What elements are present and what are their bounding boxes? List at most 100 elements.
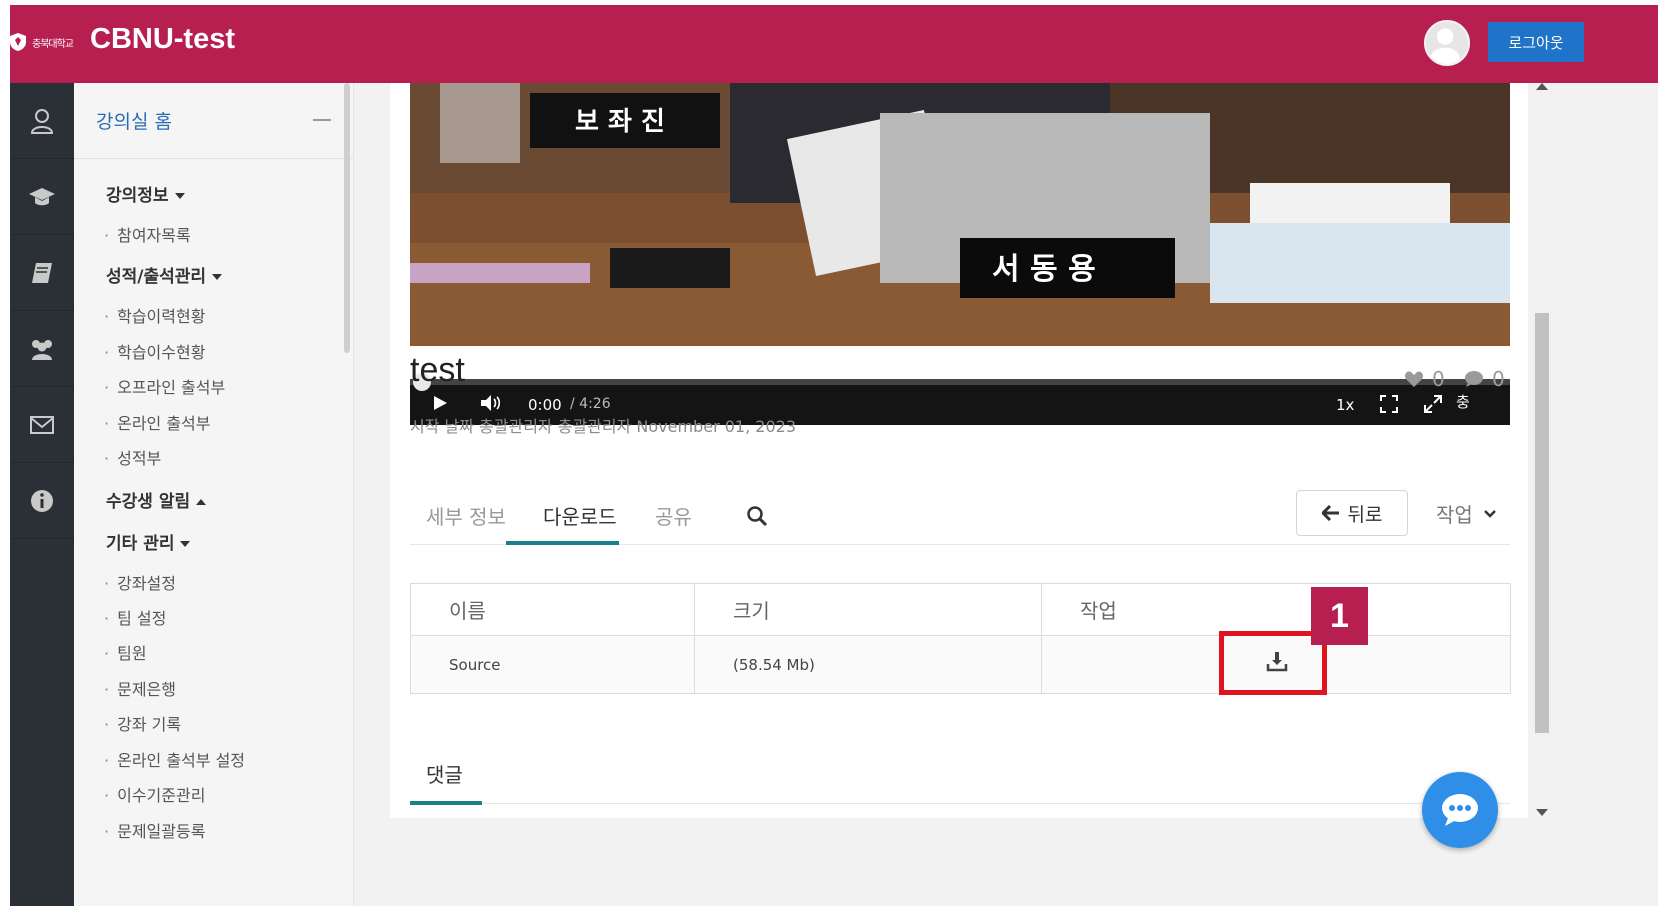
tab-share[interactable]: 공유 xyxy=(655,501,692,530)
media-title: test xyxy=(410,351,465,389)
nav-item-online-attendance[interactable]: 온라인 출석부 xyxy=(104,410,210,434)
comments-tab-indicator xyxy=(410,801,482,805)
university-logo[interactable]: 충북대학교 xyxy=(10,29,82,55)
comment-count-value: 0 xyxy=(1492,367,1505,391)
caret-down-icon xyxy=(180,541,191,547)
nav-item-offline-attendance[interactable]: 오프라인 출석부 xyxy=(104,374,225,398)
caret-up-icon xyxy=(196,499,207,505)
nameplate-top: 보 좌 진 xyxy=(575,107,665,137)
user-avatar-icon xyxy=(1430,28,1460,64)
logout-button[interactable]: 로그아웃 xyxy=(1488,22,1584,62)
nav-item-completion-status[interactable]: 학습이수현황 xyxy=(104,339,205,363)
active-tab-indicator xyxy=(506,541,619,545)
nav-item-participants[interactable]: 참여자목록 xyxy=(104,222,191,246)
video-still: 보 좌 진 서 동 용 xyxy=(410,83,1510,346)
fullscreen-icon[interactable] xyxy=(1424,395,1442,413)
comment-count[interactable]: 0 xyxy=(1464,367,1505,391)
nav-section-label: 성적/출석관리 xyxy=(106,267,207,287)
caret-down-icon xyxy=(212,274,223,280)
course-home[interactable]: 강의실 홈 xyxy=(74,83,353,159)
file-name-cell: Source xyxy=(410,635,695,694)
nav-item-team-settings[interactable]: 팀 설정 xyxy=(104,605,166,629)
nav-item-course-settings[interactable]: 강좌설정 xyxy=(104,570,176,594)
fit-screen-icon[interactable] xyxy=(1380,395,1398,413)
time-current: 0:00 xyxy=(528,396,562,414)
nav-item-question-bank[interactable]: 문제은행 xyxy=(104,676,176,700)
nav-item-learning-history[interactable]: 학습이력현황 xyxy=(104,303,205,327)
nav-section-label: 기타 관리 xyxy=(106,534,175,554)
actions-dropdown[interactable]: 작업 xyxy=(1436,499,1497,528)
like-count[interactable]: 0 xyxy=(1404,367,1445,391)
rail-messages[interactable] xyxy=(10,387,74,463)
logo-text: 충북대학교 xyxy=(32,38,74,50)
nav-section-other[interactable]: 기타 관리 xyxy=(106,529,191,554)
book-icon xyxy=(32,262,52,283)
media-card: 보 좌 진 서 동 용 0:00 / 4:26 1x 충 test 시작 날짜 … xyxy=(390,83,1528,818)
users-icon xyxy=(32,339,52,360)
heart-icon xyxy=(1404,371,1424,387)
broken-image-text: 충 xyxy=(1456,393,1470,411)
collapse-icon[interactable] xyxy=(313,119,331,121)
play-icon[interactable] xyxy=(432,395,448,411)
nav-scrollbar[interactable] xyxy=(344,83,350,353)
rail-people[interactable] xyxy=(10,311,74,387)
file-size-cell: (58.54 Mb) xyxy=(694,635,1042,694)
column-header-name: 이름 xyxy=(410,583,695,636)
tab-comments[interactable]: 댓글 xyxy=(426,759,463,788)
nav-section-label: 수강생 알림 xyxy=(106,492,191,512)
like-count-value: 0 xyxy=(1432,367,1445,391)
playback-speed[interactable]: 1x xyxy=(1336,396,1354,414)
icon-rail xyxy=(10,83,74,906)
comment-icon xyxy=(1465,371,1483,387)
envelope-icon xyxy=(30,415,54,434)
site-title[interactable]: CBNU-test xyxy=(90,23,235,56)
chevron-down-icon xyxy=(1483,509,1496,518)
back-button-label: 뒤로 xyxy=(1347,504,1383,526)
tab-details[interactable]: 세부 정보 xyxy=(426,501,506,530)
column-header-action: 작업 xyxy=(1041,583,1511,636)
scrollbar-thumb[interactable] xyxy=(1535,313,1549,733)
video-frame[interactable]: 보 좌 진 서 동 용 xyxy=(410,83,1510,346)
top-bar: 충북대학교 CBNU-test 로그아웃 xyxy=(10,5,1658,83)
shield-icon xyxy=(10,33,26,51)
arrow-left-icon xyxy=(1321,505,1339,521)
nav-section-grades[interactable]: 성적/출석관리 xyxy=(106,262,223,287)
rail-book[interactable] xyxy=(10,235,74,311)
progress-bar[interactable] xyxy=(410,379,1510,385)
screen: 충북대학교 CBNU-test 로그아웃 강의실 홈 강의정보 · 참여자목록 … xyxy=(10,5,1658,906)
media-meta: 시작 날짜 총괄관리자 총괄관리자 November 01, 2023 xyxy=(410,417,796,436)
user-icon xyxy=(30,108,54,134)
nav-item-gradebook[interactable]: 성적부 xyxy=(104,445,161,469)
nav-item-team-members[interactable]: 팀원 xyxy=(104,640,146,664)
scroll-up-icon[interactable] xyxy=(1536,83,1548,90)
nav-item-course-records[interactable]: 강좌 기록 xyxy=(104,711,181,735)
avatar[interactable] xyxy=(1424,20,1470,66)
rail-user[interactable] xyxy=(10,83,74,159)
page-scrollbar[interactable] xyxy=(1532,83,1552,823)
nav-item-online-attendance-settings[interactable]: 온라인 출석부 설정 xyxy=(104,747,245,771)
chat-bubble-icon xyxy=(1442,794,1478,826)
graduation-cap-icon xyxy=(29,187,55,205)
chat-button[interactable] xyxy=(1422,772,1498,848)
nav-item-bulk-question-upload[interactable]: 문제일괄등록 xyxy=(104,818,205,842)
rail-courses[interactable] xyxy=(10,159,74,235)
nav-section-notifications[interactable]: 수강생 알림 xyxy=(106,487,207,512)
rail-info[interactable] xyxy=(10,463,74,539)
nav-section-label: 강의정보 xyxy=(106,186,169,206)
nav-item-completion-criteria[interactable]: 이수기준관리 xyxy=(104,782,205,806)
course-home-label: 강의실 홈 xyxy=(96,111,172,133)
nameplate-main: 서 동 용 xyxy=(992,252,1096,287)
nav-section-course-info[interactable]: 강의정보 xyxy=(106,181,185,206)
volume-icon[interactable] xyxy=(480,394,502,412)
scroll-down-icon[interactable] xyxy=(1536,809,1548,816)
actions-dropdown-label: 작업 xyxy=(1436,503,1473,527)
search-icon[interactable] xyxy=(746,505,768,527)
step-badge: 1 xyxy=(1311,587,1368,645)
time-total: / 4:26 xyxy=(570,396,611,412)
comments-divider xyxy=(410,803,1510,804)
column-header-size: 크기 xyxy=(694,583,1042,636)
back-button[interactable]: 뒤로 xyxy=(1296,490,1408,536)
tab-download[interactable]: 다운로드 xyxy=(543,501,617,530)
course-nav: 강의실 홈 강의정보 참여자목록 성적/출석관리 학습이력현황 학습이수현황 오… xyxy=(74,83,354,906)
caret-down-icon xyxy=(174,193,185,199)
